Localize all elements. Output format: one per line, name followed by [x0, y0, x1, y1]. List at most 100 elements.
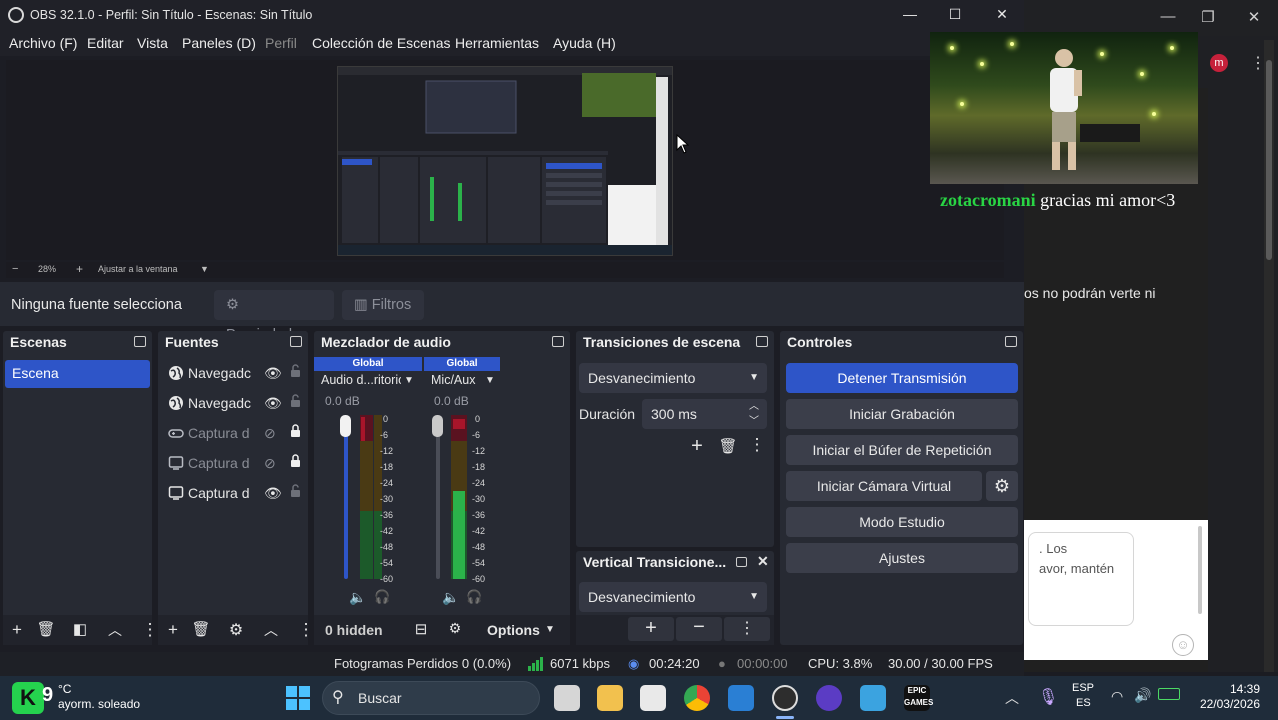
channel-dropdown-caret-icon[interactable]: ▼ [485, 375, 495, 386]
fit-to-window-select[interactable]: Ajustar a la ventana [98, 264, 178, 274]
channel-name[interactable]: Audio d...ritorio [321, 373, 401, 387]
scene-filters-icon[interactable]: ◧ [70, 620, 90, 638]
start-recording-button[interactable]: Iniciar Grabación [786, 399, 1018, 429]
filters-button[interactable]: ▥ Filtros [342, 290, 424, 320]
settings-button[interactable]: Ajustes [786, 543, 1018, 573]
scene-item[interactable]: Escena [5, 360, 150, 388]
studio-mode-button[interactable]: Modo Estudio [786, 507, 1018, 537]
unlock-icon[interactable] [290, 394, 301, 407]
folder-app-icon[interactable] [597, 685, 623, 711]
lock-icon[interactable] [290, 454, 301, 467]
obs-taskbar-icon[interactable] [772, 685, 798, 711]
move-source-up-icon[interactable]: ︿ [261, 620, 281, 640]
virtual-camera-button[interactable]: Iniciar Cámara Virtual [786, 471, 982, 501]
emoji-icon[interactable]: ☺ [1172, 634, 1194, 656]
volume-fader-track[interactable] [344, 419, 348, 579]
lock-icon[interactable] [290, 424, 301, 437]
volume-fader-handle[interactable] [432, 415, 443, 437]
clock-date[interactable]: 22/03/2026 [1196, 697, 1260, 711]
assistant-app-icon[interactable] [816, 685, 842, 711]
network-app-icon[interactable] [860, 685, 886, 711]
menu-ayuda[interactable]: Ayuda (H) [553, 35, 616, 51]
remove-scene-trash-icon[interactable]: 🗑 [36, 620, 56, 638]
monitor-headphones-icon[interactable]: 🎧 [466, 589, 482, 605]
dock-float-icon[interactable] [290, 336, 302, 347]
add-scene-button[interactable]: + [7, 620, 27, 640]
fit-dropdown-caret-icon[interactable]: ▼ [200, 264, 209, 274]
tray-overflow-icon[interactable]: ︿ [1005, 688, 1019, 708]
move-scene-up-icon[interactable]: ︿ [105, 620, 125, 640]
speaker-icon[interactable]: 🔈 [442, 589, 459, 606]
eye-icon[interactable]: 👁 [264, 479, 282, 507]
hidden-count[interactable]: 0 hidden [325, 622, 383, 638]
source-item[interactable]: Captura d 👁 [166, 479, 306, 507]
background-restore-button[interactable]: ❐ [1196, 8, 1220, 26]
epic-games-app-icon[interactable]: EPIC GAMES [904, 685, 933, 711]
channel-dropdown-caret-icon[interactable]: ▼ [404, 375, 414, 386]
eye-hidden-icon[interactable]: ⊘ [264, 449, 276, 477]
store-app-icon[interactable] [640, 685, 666, 711]
dock-float-icon[interactable] [552, 336, 564, 347]
vertical-transition-select[interactable]: Desvanecimiento ▼ [579, 582, 767, 612]
source-more-icon[interactable]: ⋮ [296, 620, 316, 640]
source-item[interactable]: Captura d ⊘ [166, 419, 306, 447]
remove-transition-trash-icon[interactable]: 🗑 [718, 437, 738, 455]
windows-start-icon[interactable] [286, 686, 310, 710]
menu-editar[interactable]: Editar [87, 35, 124, 51]
menu-vista[interactable]: Vista [137, 35, 168, 51]
weather-widget-icon[interactable]: K [12, 682, 44, 714]
chat-scrollbar[interactable] [1198, 526, 1202, 614]
source-item[interactable]: Captura d ⊘ [166, 449, 306, 477]
zoom-out-button[interactable]: − [12, 263, 18, 275]
clock-time[interactable]: 14:39 [1224, 682, 1260, 696]
mixer-settings-icon[interactable]: ⚙ [445, 620, 465, 637]
virtual-camera-settings-gear-icon[interactable]: ⚙ [986, 471, 1018, 501]
chrome-app-icon[interactable] [684, 685, 710, 711]
stop-stream-button[interactable]: Detener Transmisión [786, 363, 1018, 393]
duration-spinbox[interactable]: 300 ms ︿ ﹀ [642, 399, 767, 429]
battery-icon[interactable] [1158, 688, 1180, 700]
menu-coleccion-escenas[interactable]: Colección de Escenas [312, 35, 451, 51]
add-transition-button[interactable]: + [687, 435, 707, 458]
taskbar-search-box[interactable] [322, 681, 540, 715]
source-item[interactable]: Navegadc 👁 [166, 359, 306, 387]
keyboard-layout[interactable]: ESP [1072, 682, 1094, 694]
wifi-icon[interactable]: ◠ [1111, 688, 1123, 705]
replay-buffer-button[interactable]: Iniciar el Búfer de Repetición [786, 435, 1018, 465]
file-manager-app-icon[interactable] [554, 685, 580, 711]
source-item[interactable]: Navegadc 👁 [166, 389, 306, 417]
transition-more-icon[interactable]: ⋮ [747, 435, 767, 455]
unlock-icon[interactable] [290, 484, 301, 497]
menu-paneles[interactable]: Paneles (D) [182, 35, 256, 51]
eye-icon[interactable]: 👁 [264, 359, 282, 387]
remove-source-trash-icon[interactable]: 🗑 [191, 620, 211, 638]
mixer-options-button[interactable]: Options [487, 622, 540, 638]
dock-float-icon[interactable] [134, 336, 146, 347]
background-close-button[interactable]: ✕ [1242, 8, 1266, 26]
properties-button[interactable]: ⚙ Propiedades [214, 290, 334, 343]
add-source-button[interactable]: + [163, 620, 183, 640]
mixer-layout-icon[interactable]: ⊟ [411, 620, 431, 638]
volume-fader-track[interactable] [436, 419, 440, 579]
volume-icon[interactable]: 🔊 [1134, 687, 1151, 704]
unlock-icon[interactable] [290, 364, 301, 377]
dock-float-icon[interactable] [736, 557, 747, 567]
profile-avatar[interactable]: m [1210, 54, 1228, 72]
zoom-in-button[interactable]: + [76, 262, 83, 276]
menu-herramientas[interactable]: Herramientas [455, 35, 539, 51]
spin-down-icon[interactable]: ﹀ [749, 407, 759, 437]
menu-archivo[interactable]: Archivo (F) [9, 35, 77, 51]
maximize-button[interactable]: ☐ [935, 6, 975, 23]
eye-icon[interactable]: 👁 [264, 389, 282, 417]
close-button[interactable]: ✕ [982, 6, 1022, 23]
remove-vertical-transition-button[interactable]: − [676, 617, 722, 641]
background-minimize-button[interactable]: — [1156, 8, 1180, 25]
background-scrollbar-thumb[interactable] [1266, 60, 1272, 260]
vertical-transition-more-icon[interactable]: ⋮ [724, 617, 770, 641]
eye-hidden-icon[interactable]: ⊘ [264, 419, 276, 447]
scene-more-icon[interactable]: ⋮ [140, 620, 160, 640]
microphone-icon[interactable]: 🎙 [1038, 687, 1058, 707]
transition-select[interactable]: Desvanecimiento ▼ [579, 363, 767, 393]
dock-float-icon[interactable] [1005, 336, 1017, 347]
volume-fader-handle[interactable] [340, 415, 351, 437]
